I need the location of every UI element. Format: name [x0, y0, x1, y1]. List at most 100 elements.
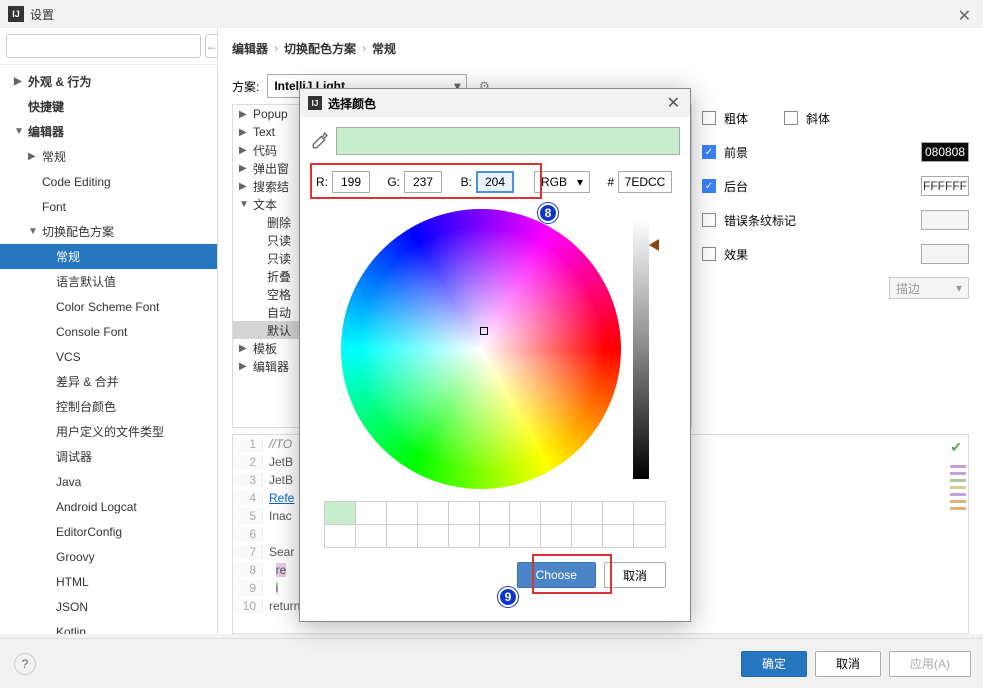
sidebar-item-22[interactable]: Kotlin [0, 619, 217, 634]
sidebar-item-12[interactable]: 差异 & 合并 [0, 369, 217, 394]
sidebar-item-13[interactable]: 控制台颜色 [0, 394, 217, 419]
r-input[interactable] [332, 171, 370, 193]
sidebar-item-20[interactable]: HTML [0, 569, 217, 594]
tree-arrow-icon: ▼ [239, 199, 253, 210]
sidebar-item-17[interactable]: Android Logcat [0, 494, 217, 519]
recent-swatches-row2[interactable] [324, 525, 666, 548]
sidebar-item-7[interactable]: 常规 [0, 244, 217, 269]
recent-swatches-row1[interactable] [324, 501, 666, 525]
color-dialog-titlebar: IJ 选择颜色 ✕ [300, 89, 690, 117]
apply-button[interactable]: 应用(A) [889, 651, 971, 677]
color-mode-select[interactable]: RGB▾ [534, 171, 590, 193]
gutter-number: 6 [233, 527, 263, 541]
sidebar-item-label: 编辑器 [28, 123, 64, 140]
help-button[interactable]: ? [14, 653, 36, 675]
eyedropper-icon[interactable] [310, 132, 328, 150]
category-label: 默认 [267, 322, 291, 339]
effect-swatch[interactable] [921, 244, 969, 264]
sidebar-item-5[interactable]: Font [0, 194, 217, 219]
tree-arrow-icon: ▶ [28, 151, 42, 162]
sidebar-item-label: 常规 [42, 148, 66, 165]
sidebar-item-6[interactable]: ▼切换配色方案 [0, 219, 217, 244]
category-label: Text [253, 125, 275, 139]
back-button[interactable]: ← [205, 34, 219, 58]
sidebar-item-0[interactable]: ▶外观 & 行为 [0, 69, 217, 94]
sidebar-item-label: 差异 & 合并 [56, 373, 119, 390]
app-icon: IJ [8, 6, 24, 22]
color-dialog-title: 选择颜色 [328, 95, 376, 112]
code-text: JetB [263, 455, 293, 469]
close-icon[interactable]: ✕ [667, 93, 680, 113]
category-label: 弹出窗 [253, 160, 289, 177]
code-text: i [263, 581, 278, 595]
foreground-swatch[interactable]: 080808 [921, 142, 969, 162]
category-label: 折叠 [267, 268, 291, 285]
error-stripe-checkbox[interactable] [702, 213, 716, 227]
sidebar-item-19[interactable]: Groovy [0, 544, 217, 569]
gutter-number: 4 [233, 491, 263, 505]
window-titlebar: IJ 设置 ✕ [0, 0, 983, 28]
tree-arrow-icon: ▶ [239, 361, 253, 372]
style-options: 粗体 斜体 ✓ 前景 080808 ✓ 后台 FFFFFF 错误条 [702, 104, 969, 428]
wheel-cursor [480, 327, 488, 335]
sidebar-item-label: Code Editing [42, 175, 111, 189]
brightness-cursor [649, 239, 659, 251]
g-input[interactable] [404, 171, 442, 193]
app-icon: IJ [308, 96, 322, 110]
italic-checkbox[interactable] [784, 111, 798, 125]
window-close-icon[interactable]: ✕ [958, 6, 971, 26]
cancel-button[interactable]: 取消 [815, 651, 881, 677]
tree-arrow-icon: ▶ [239, 343, 253, 354]
gutter-number: 3 [233, 473, 263, 487]
code-text: //TO [263, 437, 292, 451]
sidebar-item-8[interactable]: 语言默认值 [0, 269, 217, 294]
background-swatch[interactable]: FFFFFF [921, 176, 969, 196]
background-checkbox[interactable]: ✓ [702, 179, 716, 193]
b-input[interactable] [476, 171, 514, 193]
sidebar-item-label: Java [56, 475, 81, 489]
b-label: B: [458, 175, 472, 189]
choose-button[interactable]: Choose [517, 562, 596, 588]
foreground-checkbox[interactable]: ✓ [702, 145, 716, 159]
effect-checkbox[interactable] [702, 247, 716, 261]
cancel-button[interactable]: 取消 [604, 562, 666, 588]
bold-checkbox[interactable] [702, 111, 716, 125]
breadcrumb-editor[interactable]: 编辑器 [232, 40, 268, 57]
tree-arrow-icon: ▶ [239, 145, 253, 156]
breadcrumb: 编辑器 › 切换配色方案 › 常规 [218, 28, 983, 68]
search-input[interactable] [6, 34, 201, 58]
brightness-slider[interactable] [633, 219, 649, 479]
sidebar-item-label: 常规 [56, 248, 80, 265]
check-icon: ✔ [950, 439, 962, 456]
sidebar-item-label: 切换配色方案 [42, 223, 114, 240]
sidebar-item-16[interactable]: Java [0, 469, 217, 494]
settings-tree[interactable]: ▶外观 & 行为快捷键▼编辑器▶常规Code EditingFont▼切换配色方… [0, 65, 217, 634]
sidebar-item-label: 外观 & 行为 [28, 73, 91, 90]
sidebar-item-18[interactable]: EditorConfig [0, 519, 217, 544]
gutter-number: 7 [233, 545, 263, 559]
effect-type-select[interactable]: 描边▾ [889, 277, 969, 299]
color-picker-dialog: IJ 选择颜色 ✕ R: G: B: RGB▾ # [299, 88, 691, 622]
sidebar-item-11[interactable]: VCS [0, 344, 217, 369]
sidebar-item-label: JSON [56, 600, 88, 614]
ok-button[interactable]: 确定 [741, 651, 807, 677]
error-stripe-swatch[interactable] [921, 210, 969, 230]
category-label: 模板 [253, 340, 277, 357]
sidebar-item-label: Console Font [56, 325, 127, 339]
color-wheel[interactable] [341, 209, 621, 489]
hex-input[interactable] [618, 171, 672, 193]
sidebar-item-14[interactable]: 用户定义的文件类型 [0, 419, 217, 444]
sidebar-item-9[interactable]: Color Scheme Font [0, 294, 217, 319]
color-preview [336, 127, 680, 155]
sidebar-item-15[interactable]: 调试器 [0, 444, 217, 469]
scheme-label: 方案: [232, 78, 259, 95]
tree-arrow-icon: ▶ [239, 181, 253, 192]
sidebar-item-4[interactable]: Code Editing [0, 169, 217, 194]
breadcrumb-colorscheme[interactable]: 切换配色方案 [284, 40, 356, 57]
sidebar-item-10[interactable]: Console Font [0, 319, 217, 344]
sidebar-item-3[interactable]: ▶常规 [0, 144, 217, 169]
r-label: R: [314, 175, 328, 189]
sidebar-item-21[interactable]: JSON [0, 594, 217, 619]
sidebar-item-1[interactable]: 快捷键 [0, 94, 217, 119]
sidebar-item-2[interactable]: ▼编辑器 [0, 119, 217, 144]
